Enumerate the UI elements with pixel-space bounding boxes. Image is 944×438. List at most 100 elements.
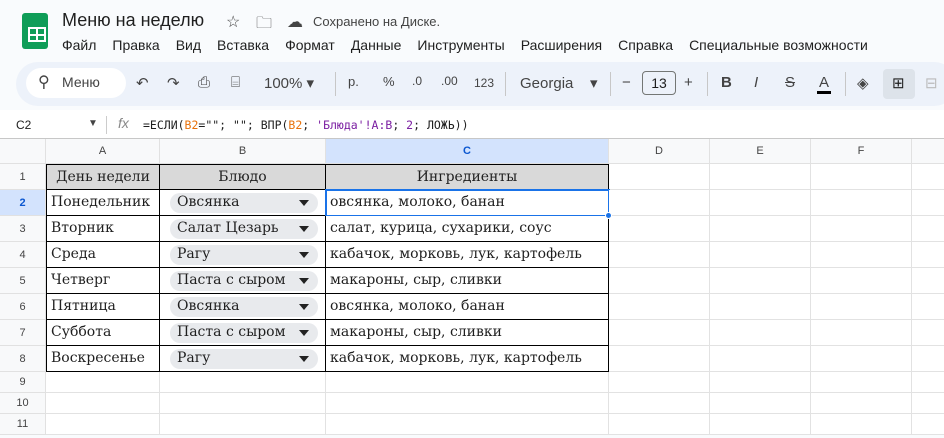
column-header[interactable]: C [326,139,609,164]
row-header[interactable]: 3 [0,216,46,242]
menu-extensions[interactable]: Расширения [521,37,602,53]
formula-input[interactable]: =ЕСЛИ(B2=""; ""; ВПР(B2; 'Блюда'!A:B; 2;… [143,118,469,132]
name-box-dropdown-icon[interactable]: ▼ [88,118,98,129]
row-header[interactable]: 6 [0,294,46,320]
dish-dropdown-chip[interactable]: Паста с сыром [170,323,318,343]
row-header[interactable]: 11 [0,414,46,435]
table-cell[interactable]: макароны, сыр, сливки [326,268,609,294]
row-header[interactable]: 7 [0,320,46,346]
table-cell[interactable] [160,393,326,414]
table-cell[interactable]: кабачок, морковь, лук, картофель [326,346,609,372]
column-header[interactable] [912,139,944,164]
currency-button[interactable]: р. [348,74,359,89]
strikethrough-icon[interactable]: S [785,74,795,91]
bold-icon[interactable]: B [721,74,732,91]
table-cell[interactable] [609,320,710,346]
table-cell[interactable] [326,372,609,393]
undo-icon[interactable]: ↶ [136,74,149,92]
menu-search[interactable]: ⚲ Меню [26,68,126,98]
menu-file[interactable]: Файл [62,37,96,53]
table-cell[interactable] [912,294,944,320]
table-cell[interactable] [710,346,811,372]
row-header[interactable]: 9 [0,372,46,393]
table-cell[interactable] [609,346,710,372]
table-cell[interactable] [609,190,710,216]
table-cell[interactable] [710,294,811,320]
table-cell[interactable]: Вторник [46,216,160,242]
table-cell[interactable] [912,268,944,294]
borders-button[interactable]: ⊞ [883,69,915,99]
column-header[interactable]: E [710,139,811,164]
menu-data[interactable]: Данные [351,37,402,53]
table-cell[interactable] [160,372,326,393]
name-box[interactable]: C2 [16,118,31,132]
table-cell[interactable] [609,216,710,242]
dish-dropdown-chip[interactable]: Овсянка [170,193,318,213]
italic-icon[interactable]: I [754,74,758,91]
table-cell[interactable] [710,216,811,242]
table-cell[interactable]: салат, курица, сухарики, соус [326,216,609,242]
font-select[interactable]: Georgia ▾ [520,74,598,92]
table-cell[interactable] [912,346,944,372]
sheets-logo[interactable] [22,13,48,49]
table-cell[interactable] [710,164,811,190]
column-header[interactable]: B [160,139,326,164]
menu-accessibility[interactable]: Специальные возможности [689,37,868,53]
table-cell[interactable] [46,414,160,435]
table-cell[interactable]: Пятница [46,294,160,320]
row-header[interactable]: 5 [0,268,46,294]
table-cell[interactable] [609,268,710,294]
text-color-icon[interactable]: A [817,74,832,94]
table-cell[interactable] [160,414,326,435]
table-cell[interactable] [811,372,912,393]
table-cell[interactable] [912,393,944,414]
table-cell[interactable] [811,190,912,216]
table-cell[interactable] [811,242,912,268]
select-all-corner[interactable] [0,139,46,164]
column-header[interactable]: F [811,139,912,164]
table-cell[interactable] [710,393,811,414]
column-header[interactable]: D [609,139,710,164]
decrease-decimal-button[interactable]: .0 [412,74,422,88]
percent-button[interactable]: % [383,74,395,89]
table-cell[interactable] [912,242,944,268]
table-cell[interactable] [710,372,811,393]
table-cell[interactable] [811,414,912,435]
row-header[interactable]: 4 [0,242,46,268]
table-header[interactable]: Блюдо [160,164,326,190]
table-cell[interactable] [710,268,811,294]
column-header[interactable]: A [46,139,160,164]
row-header[interactable]: 8 [0,346,46,372]
paint-format-icon[interactable]: ⌸ [231,74,240,91]
table-cell[interactable]: Среда [46,242,160,268]
menu-insert[interactable]: Вставка [217,37,269,53]
table-cell[interactable]: Воскресенье [46,346,160,372]
table-cell[interactable] [811,216,912,242]
row-header[interactable]: 2 [0,190,46,216]
table-cell[interactable]: кабачок, морковь, лук, картофель [326,242,609,268]
menu-edit[interactable]: Правка [112,37,159,53]
table-cell[interactable] [326,393,609,414]
fill-color-icon[interactable]: ◈ [857,74,869,92]
table-cell[interactable] [912,320,944,346]
table-cell[interactable] [912,190,944,216]
table-cell[interactable] [811,320,912,346]
table-cell[interactable] [811,294,912,320]
dish-dropdown-chip[interactable]: Овсянка [170,297,318,317]
number-format-button[interactable]: 123 [474,76,494,90]
print-icon[interactable]: ⎙ [198,74,210,91]
menu-help[interactable]: Справка [618,37,673,53]
font-size-input[interactable]: 13 [642,71,676,95]
table-cell[interactable]: Понедельник [46,190,160,216]
cloud-saved-icon[interactable]: ☁ [287,12,303,32]
dish-dropdown-chip[interactable]: Паста с сыром [170,271,318,291]
table-cell[interactable] [811,164,912,190]
table-cell[interactable]: макароны, сыр, сливки [326,320,609,346]
dish-dropdown-chip[interactable]: Рагу [170,349,318,369]
row-header[interactable]: 1 [0,164,46,190]
dish-dropdown-chip[interactable]: Рагу [170,245,318,265]
table-cell[interactable] [609,372,710,393]
table-cell[interactable] [710,190,811,216]
table-cell[interactable] [326,414,609,435]
table-cell[interactable] [912,372,944,393]
